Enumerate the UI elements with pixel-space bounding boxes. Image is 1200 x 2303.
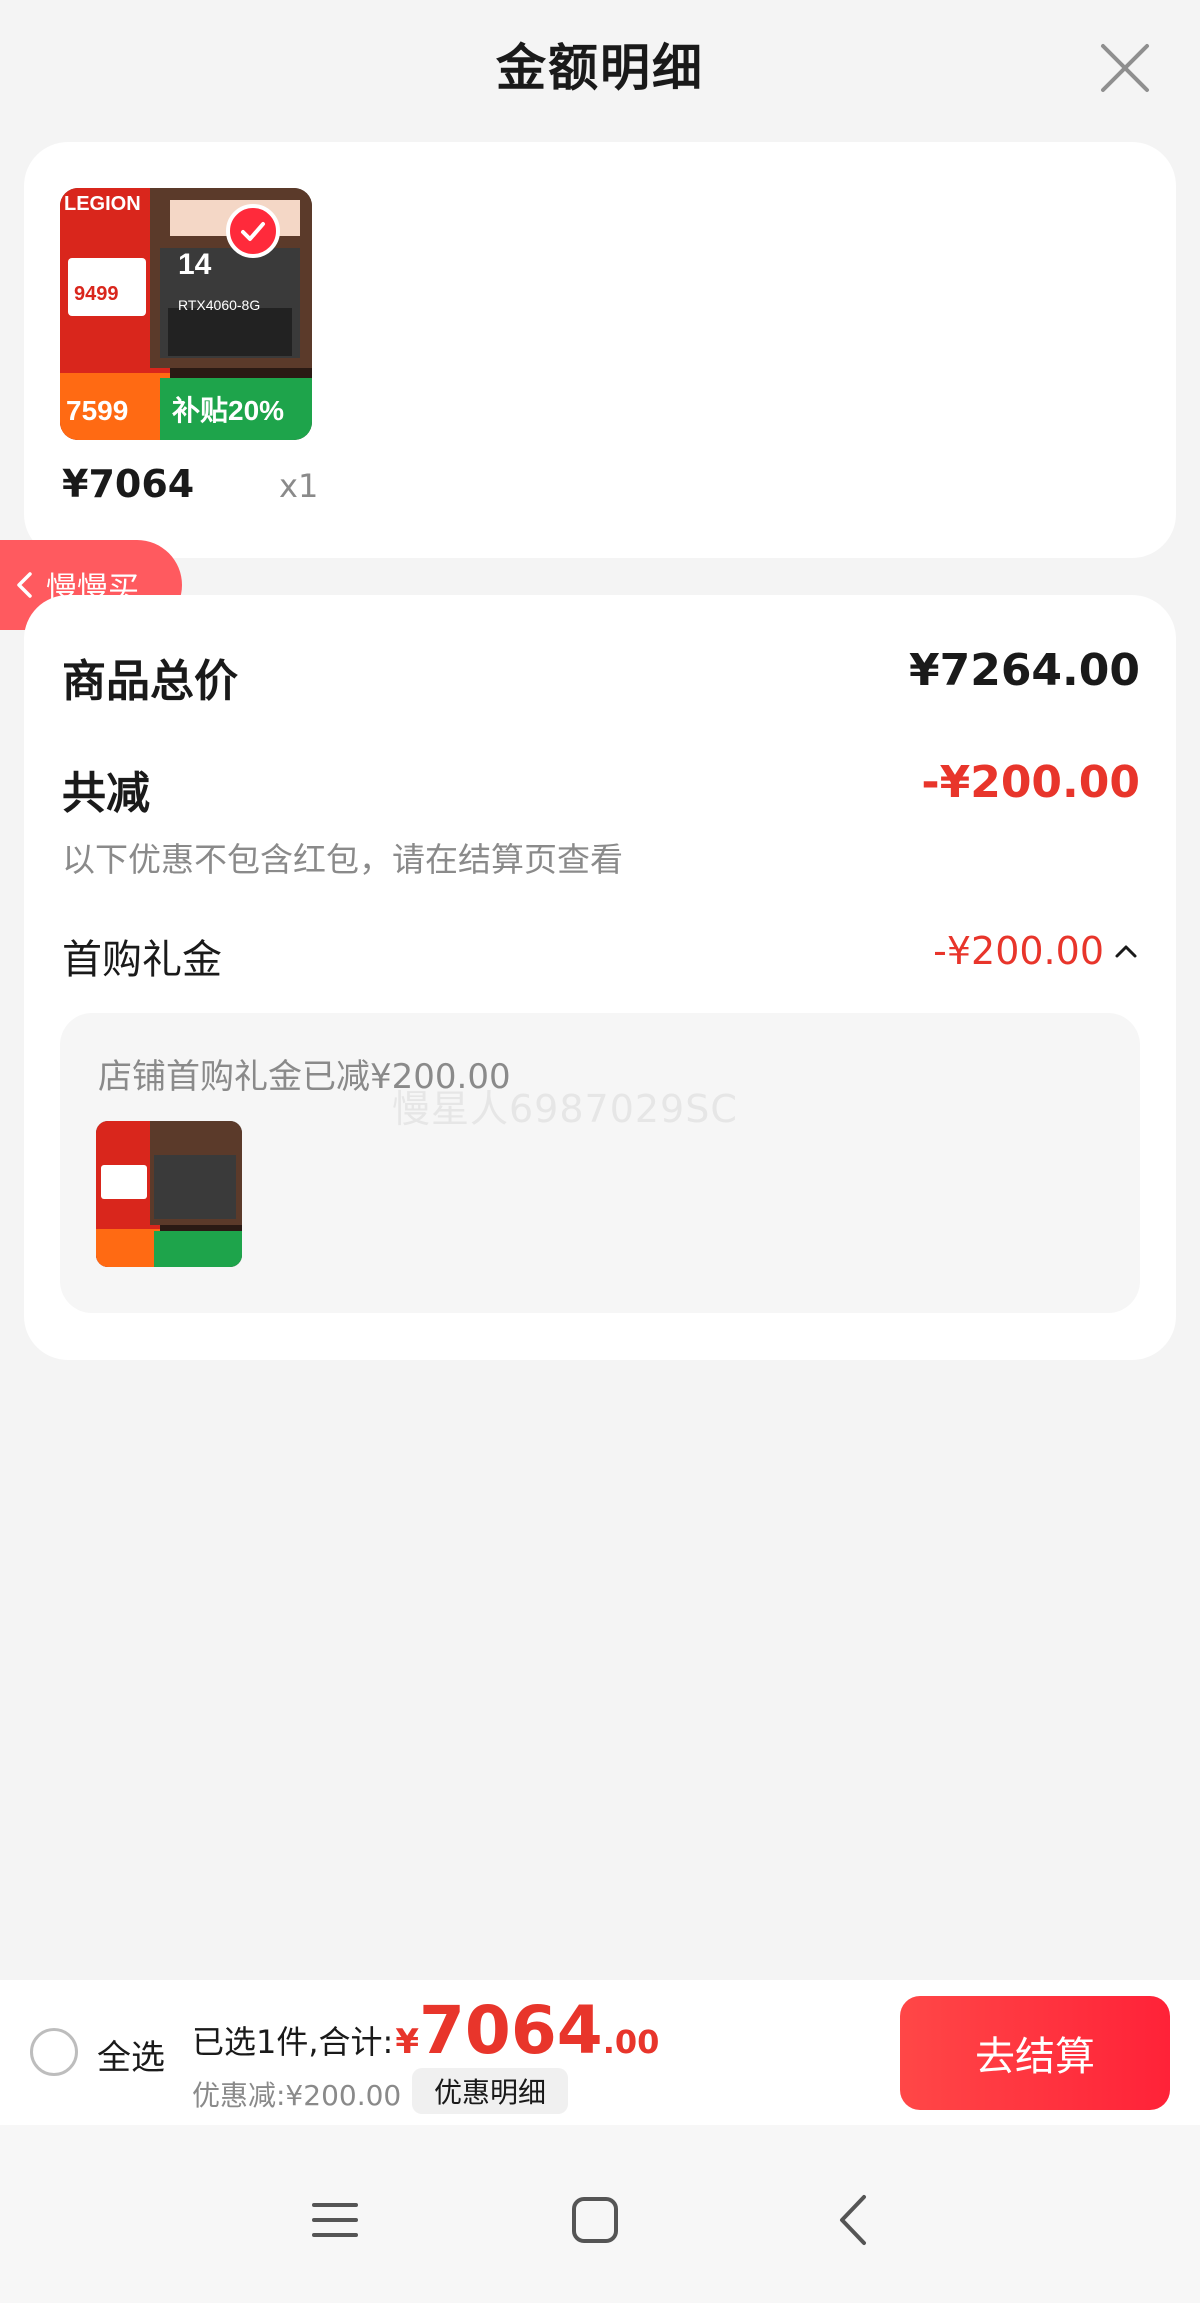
reduce-label: 共减 (62, 768, 150, 819)
menu-icon (312, 2203, 358, 2237)
selected-total-line: 已选1件,合计: ¥ 7064 .00 (192, 1998, 659, 2064)
product-quantity: x1 (279, 467, 319, 505)
discount-line: 优惠减:¥200.00 (192, 2079, 402, 2112)
total-label: 商品总价 (62, 656, 238, 707)
close-button[interactable] (1095, 38, 1155, 98)
selected-check[interactable] (226, 204, 280, 258)
checkout-button[interactable]: 去结算 (900, 1996, 1170, 2110)
total-decimal: .00 (602, 2023, 660, 2061)
total-currency: ¥ (395, 2022, 419, 2062)
chevron-up-icon (1115, 945, 1137, 958)
thumb-subsidy: 补贴20% (172, 395, 284, 426)
discount-detail-button[interactable]: 优惠明细 (412, 2068, 568, 2114)
total-row: 商品总价 ¥7264.00 (62, 645, 1140, 709)
watermark: 慢星人6987029SC (392, 1087, 738, 1131)
close-icon (1101, 44, 1149, 92)
gift-value: -¥200.00 (933, 929, 1104, 973)
home-button[interactable] (560, 2185, 630, 2255)
thumb-tag: 14 (178, 248, 212, 281)
back-button[interactable] (820, 2185, 890, 2255)
product-price: ¥7064 (62, 462, 195, 506)
thumb-brand: LEGION (64, 193, 141, 215)
menu-button[interactable] (300, 2185, 370, 2255)
reduce-row: 共减 -¥200.00 (62, 757, 1140, 821)
gift-value-wrap: -¥200.00 (933, 929, 1140, 973)
reduce-value: -¥200.00 (921, 757, 1140, 808)
home-icon (572, 2197, 618, 2243)
chevron-left-icon (17, 572, 32, 598)
select-all-radio[interactable] (30, 2028, 78, 2076)
thumb-gpu: RTX4060-8G (178, 297, 260, 313)
amount-detail-sheet: 金额明细 LEGION 9499 14 RTX4060-8G 7599 补贴20… (0, 0, 1200, 1980)
checkout-bar: 全选 已选1件,合计: ¥ 7064 .00 优惠减:¥200.00 优惠明细 … (0, 1980, 1200, 2125)
selected-text: 已选1件,合计: (192, 2023, 394, 2061)
back-icon (840, 2195, 866, 2245)
gift-detail-box: 店铺首购礼金已减¥200.00 (60, 1013, 1140, 1313)
select-all-label[interactable]: 全选 (97, 2030, 165, 2079)
summary-card: 商品总价 ¥7264.00 共减 -¥200.00 以下优惠不包含红包，请在结算… (24, 595, 1176, 1360)
check-icon (241, 222, 265, 241)
total-value: ¥7264.00 (908, 645, 1140, 696)
reduce-hint: 以下优惠不包含红包，请在结算页查看 (62, 840, 623, 879)
thumb-final-price: 7599 (66, 395, 128, 426)
gift-label: 首购礼金 (62, 937, 222, 983)
total-integer: 7064 (419, 1992, 603, 2069)
page-title: 金额明细 (496, 39, 704, 97)
header: 金额明细 (0, 0, 1200, 140)
system-nav-bar (0, 2125, 1200, 2303)
product-card: LEGION 9499 14 RTX4060-8G 7599 补贴20% ¥70… (24, 142, 1176, 558)
thumb-promo-price: 9499 (74, 283, 119, 305)
gift-row[interactable]: 首购礼金 -¥200.00 (62, 927, 1140, 985)
gift-detail-thumbnail (96, 1121, 242, 1267)
